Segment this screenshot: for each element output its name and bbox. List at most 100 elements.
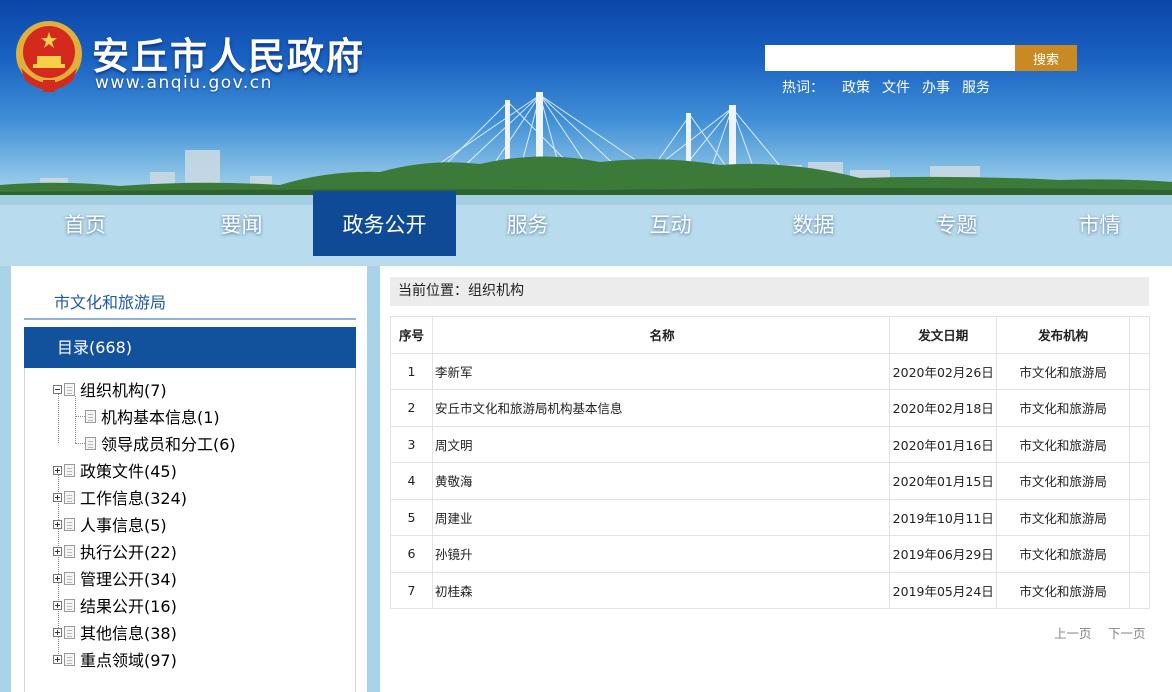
cell-no: 1 xyxy=(390,352,433,390)
tree-item-results[interactable]: 结果公开(16) xyxy=(53,597,177,616)
tree-toggle-icon[interactable] xyxy=(53,465,62,475)
department-title[interactable]: 市文化和旅游局 xyxy=(54,289,166,313)
cell-spacer xyxy=(1129,352,1150,390)
column-header-name: 名称 xyxy=(431,316,891,354)
cell-name-link[interactable]: 安丘市文化和旅游局机构基本信息 xyxy=(431,389,891,427)
hotword-link[interactable]: 文件 xyxy=(882,77,910,97)
cell-spacer xyxy=(1129,462,1150,500)
tree-connector xyxy=(75,443,85,444)
tree-toggle-icon[interactable] xyxy=(53,600,62,610)
tree-item-label: 人事信息(5) xyxy=(80,516,167,535)
tree-item-work-info[interactable]: 工作信息(324) xyxy=(53,489,187,508)
cell-no: 3 xyxy=(390,425,433,463)
table-row: 7 初桂森 2019年05月24日 市文化和旅游局 xyxy=(390,571,1150,609)
nav-item-home[interactable]: 首页 xyxy=(0,191,170,256)
document-icon xyxy=(64,517,75,531)
table-row: 4 黄敬海 2020年01月15日 市文化和旅游局 xyxy=(390,462,1150,500)
tree-item-label: 政策文件(45) xyxy=(80,462,177,481)
nav-item-gov-affairs[interactable]: 政务公开 xyxy=(313,191,456,256)
tree-item-management[interactable]: 管理公开(34) xyxy=(53,570,177,589)
tree-item-label: 执行公开(22) xyxy=(80,543,177,562)
tree-toggle-icon[interactable] xyxy=(53,546,62,556)
document-icon xyxy=(85,409,96,423)
document-icon xyxy=(64,382,75,396)
hotword-link[interactable]: 政策 xyxy=(842,77,870,97)
hotwords-bar: 热词： 政策 文件 办事 服务 xyxy=(782,77,990,97)
document-icon xyxy=(64,463,75,477)
column-header-date: 发文日期 xyxy=(889,316,998,354)
nav-item-services[interactable]: 服务 xyxy=(456,191,599,256)
tree-connector xyxy=(75,396,76,443)
next-page-link[interactable]: 下一页 xyxy=(1108,623,1146,642)
breadcrumb: 当前位置：组织机构 xyxy=(390,277,1149,306)
prev-page-link[interactable]: 上一页 xyxy=(1054,623,1092,642)
cell-date: 2020年01月15日 xyxy=(889,462,998,500)
document-icon xyxy=(64,490,75,504)
nav-item-topics[interactable]: 专题 xyxy=(885,191,1028,256)
table-row: 5 周建业 2019年10月11日 市文化和旅游局 xyxy=(390,498,1150,536)
cell-org: 市文化和旅游局 xyxy=(996,571,1130,609)
column-spacer xyxy=(1129,316,1150,354)
cell-name-link[interactable]: 周建业 xyxy=(431,498,891,536)
site-url: www.anqiu.gov.cn xyxy=(95,73,273,93)
national-emblem-icon xyxy=(16,21,82,92)
cell-date: 2019年06月29日 xyxy=(889,535,998,573)
cell-spacer xyxy=(1129,389,1150,427)
nav-item-news[interactable]: 要闻 xyxy=(170,191,313,256)
tree-item-other[interactable]: 其他信息(38) xyxy=(53,624,177,643)
tree-item-label: 管理公开(34) xyxy=(80,570,177,589)
document-icon xyxy=(64,544,75,558)
catalog-header[interactable]: 目录(668) xyxy=(24,327,356,368)
tree-item-label: 领导成员和分工(6) xyxy=(101,435,236,454)
tree-item-personnel[interactable]: 人事信息(5) xyxy=(53,516,167,535)
tree-item-label: 重点领域(97) xyxy=(80,651,177,670)
tree-item-key-areas[interactable]: 重点领域(97) xyxy=(53,651,177,670)
cell-name-link[interactable]: 黄敬海 xyxy=(431,462,891,500)
table-row: 1 李新军 2020年02月26日 市文化和旅游局 xyxy=(390,352,1150,390)
search-input[interactable] xyxy=(765,45,1015,71)
nav-item-data[interactable]: 数据 xyxy=(742,191,885,256)
tree-item-org[interactable]: 组织机构(7) xyxy=(53,381,167,400)
tree-toggle-icon[interactable] xyxy=(53,519,62,529)
cell-name-link[interactable]: 初桂森 xyxy=(431,571,891,609)
tree-item-label: 结果公开(16) xyxy=(80,597,177,616)
tree-toggle-icon[interactable] xyxy=(53,573,62,583)
cell-name-link[interactable]: 李新军 xyxy=(431,352,891,390)
cell-org: 市文化和旅游局 xyxy=(996,389,1130,427)
tree-item-org-basic-info[interactable]: 机构基本信息(1) xyxy=(85,408,220,427)
nav-item-interaction[interactable]: 互动 xyxy=(599,191,742,256)
tree-toggle-icon[interactable] xyxy=(53,627,62,637)
cell-date: 2019年10月11日 xyxy=(889,498,998,536)
cell-no: 2 xyxy=(390,389,433,427)
cell-no: 4 xyxy=(390,462,433,500)
tree-item-policy[interactable]: 政策文件(45) xyxy=(53,462,177,481)
tree-item-execution[interactable]: 执行公开(22) xyxy=(53,543,177,562)
tree-connector xyxy=(75,416,85,417)
cell-spacer xyxy=(1129,535,1150,573)
nav-item-city-info[interactable]: 市情 xyxy=(1028,191,1171,256)
column-header-no: 序号 xyxy=(390,316,433,354)
divider xyxy=(24,318,356,320)
cell-name-link[interactable]: 周文明 xyxy=(431,425,891,463)
cell-no: 7 xyxy=(390,571,433,609)
tree-toggle-icon[interactable] xyxy=(53,492,62,502)
table-row: 3 周文明 2020年01月16日 市文化和旅游局 xyxy=(390,425,1150,463)
search-button[interactable]: 搜索 xyxy=(1015,45,1077,71)
cell-no: 6 xyxy=(390,535,433,573)
hotwords-label: 热词： xyxy=(782,80,824,96)
column-header-org: 发布机构 xyxy=(996,316,1130,354)
hotword-link[interactable]: 服务 xyxy=(962,77,990,97)
tree-toggle-icon[interactable] xyxy=(53,384,62,394)
table-row: 6 孙镜升 2019年06月29日 市文化和旅游局 xyxy=(390,535,1150,573)
cell-date: 2019年05月24日 xyxy=(889,571,998,609)
cell-name-link[interactable]: 孙镜升 xyxy=(431,535,891,573)
tree-connector xyxy=(58,394,59,443)
cell-date: 2020年01月16日 xyxy=(889,425,998,463)
hotword-link[interactable]: 办事 xyxy=(922,77,950,97)
document-icon xyxy=(64,625,75,639)
tree-item-org-leaders[interactable]: 领导成员和分工(6) xyxy=(85,435,236,454)
cell-org: 市文化和旅游局 xyxy=(996,535,1130,573)
cell-spacer xyxy=(1129,498,1150,536)
tree-toggle-icon[interactable] xyxy=(53,654,62,664)
tree-item-label: 机构基本信息(1) xyxy=(101,408,220,427)
